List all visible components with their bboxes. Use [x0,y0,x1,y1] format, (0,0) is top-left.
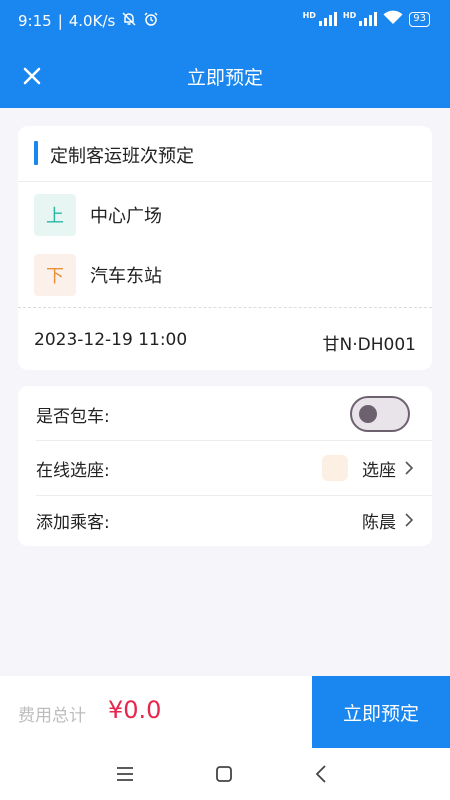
chevron-right-icon [405,513,414,527]
status-time: 9:15 [18,12,52,30]
trip-card-header: 定制客运班次预定 [18,126,432,182]
system-nav-bar [0,748,450,800]
seat-icon [322,455,348,481]
options-card: 是否包车: 在线选座: 选座 添加乘客: 陈晨 [18,386,432,546]
menu-icon[interactable] [113,762,137,786]
charter-label: 是否包车: [36,406,110,427]
toggle-knob [359,405,377,423]
chevron-right-icon [405,461,414,475]
seat-value: 选座 [362,460,396,481]
alighting-stop-row: 下 汽车东站 [34,254,162,296]
boarding-stop-row: 上 中心广场 [34,194,162,236]
total-amount: ¥0.0 [108,696,162,724]
battery-icon: 93 [409,11,430,27]
signal-icon: HD [303,12,337,26]
status-right: HD HD 93 [303,10,430,28]
boarding-stop-name: 中心广场 [90,206,162,227]
wifi-icon [383,10,403,28]
vehicle-plate: 甘N·DH001 [322,335,416,355]
signal-icon: HD [343,12,378,26]
net-speed: 4.0K/s [68,12,116,30]
total-label: 费用总计 [18,706,86,726]
bell-muted-icon [121,11,137,31]
status-separator: | [57,12,63,30]
section-title: 定制客运班次预定 [50,146,194,167]
page-title: 立即预定 [186,67,263,89]
seat-row[interactable]: 在线选座: 选座 [18,440,432,496]
alighting-stop-name: 汽车东站 [90,266,162,287]
back-icon[interactable] [310,762,334,786]
dashed-divider [18,307,432,308]
title-bar: 立即预定 [0,44,450,108]
boarding-badge: 上 [34,194,76,236]
passenger-value: 陈晨 [362,512,396,533]
charter-toggle[interactable] [350,396,410,432]
status-left: 9:15 | 4.0K/s [18,11,159,31]
departure-datetime: 2023-12-19 11:00 [34,330,188,350]
passenger-label: 添加乘客: [36,512,110,533]
section-accent-bar [34,141,38,165]
seat-label: 在线选座: [36,460,110,481]
status-bar: 9:15 | 4.0K/s HD HD 93 [0,0,450,44]
seat-select[interactable]: 选座 [322,440,414,496]
passenger-select[interactable]: 陈晨 [362,492,414,548]
passenger-row[interactable]: 添加乘客: 陈晨 [18,492,432,548]
book-now-button[interactable]: 立即预定 [312,676,450,748]
alighting-badge: 下 [34,254,76,296]
bottom-bar: 费用总计 ¥0.0 立即预定 [0,676,450,748]
charter-row: 是否包车: [18,386,432,442]
alarm-icon [143,11,159,31]
home-icon[interactable] [212,762,236,786]
